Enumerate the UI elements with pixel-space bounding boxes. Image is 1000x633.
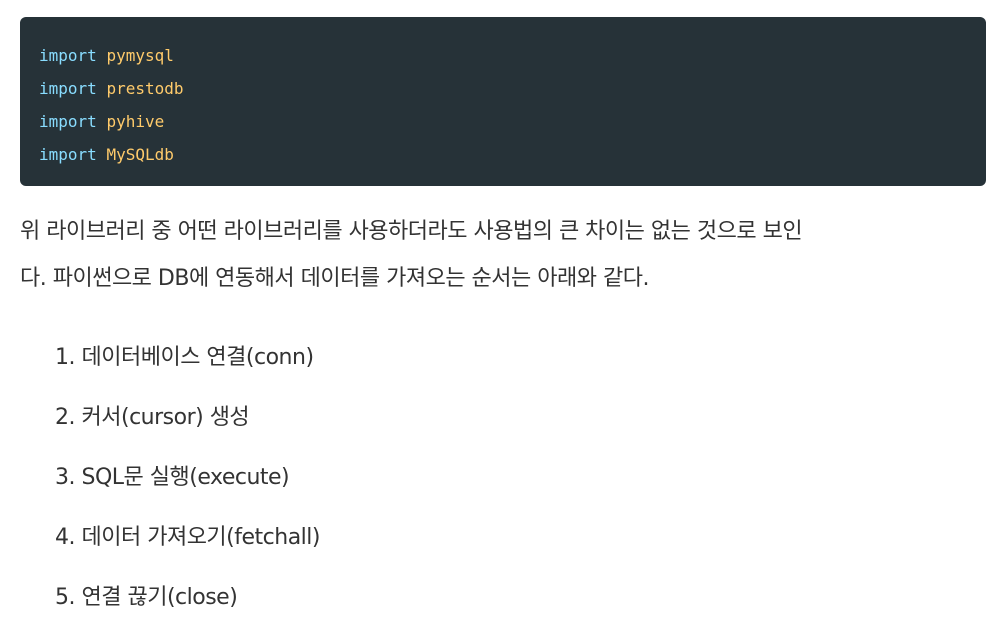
- list-item: 1. 데이터베이스 연결(conn): [55, 330, 320, 390]
- list-item-text: 데이터 가져오기(fetchall): [81, 525, 321, 550]
- list-item: 2. 커서(cursor) 생성: [55, 390, 320, 450]
- list-item: 5. 연결 끊기(close): [55, 570, 320, 630]
- code-line: import pymysql: [39, 39, 986, 72]
- steps-list: 1. 데이터베이스 연결(conn) 2. 커서(cursor) 생성 3. S…: [55, 330, 320, 630]
- description-paragraph: 위 라이브러리 중 어떤 라이브러리를 사용하더라도 사용법의 큰 차이는 없는…: [20, 208, 980, 302]
- paragraph-line: 다. 파이썬으로 DB에 연동해서 데이터를 가져오는 순서는 아래와 같다.: [20, 266, 649, 291]
- list-item-text: 데이터베이스 연결(conn): [81, 345, 315, 370]
- list-item-number: 4.: [55, 525, 76, 550]
- code-keyword: import: [39, 79, 97, 98]
- code-keyword: import: [39, 145, 97, 164]
- code-module-name: MySQLdb: [106, 145, 174, 164]
- code-keyword: import: [39, 112, 97, 131]
- list-item: 3. SQL문 실행(execute): [55, 450, 320, 510]
- code-keyword: import: [39, 46, 97, 65]
- list-item: 4. 데이터 가져오기(fetchall): [55, 510, 320, 570]
- list-item-text: 연결 끊기(close): [81, 585, 238, 610]
- list-item-number: 3.: [55, 465, 76, 490]
- code-module-name: pyhive: [106, 112, 165, 131]
- paragraph-line: 위 라이브러리 중 어떤 라이브러리를 사용하더라도 사용법의 큰 차이는 없는…: [20, 219, 803, 244]
- code-block: import pymysql import prestodb import py…: [20, 17, 986, 186]
- list-item-number: 1.: [55, 345, 76, 370]
- code-module-name: pymysql: [106, 46, 174, 65]
- list-item-number: 5.: [55, 585, 76, 610]
- code-line: import MySQLdb: [39, 138, 986, 171]
- code-line: import prestodb: [39, 72, 986, 105]
- code-module-name: prestodb: [106, 79, 184, 98]
- list-item-text: 커서(cursor) 생성: [81, 405, 250, 430]
- code-line: import pyhive: [39, 105, 986, 138]
- list-item-text: SQL문 실행(execute): [81, 465, 290, 490]
- list-item-number: 2.: [55, 405, 76, 430]
